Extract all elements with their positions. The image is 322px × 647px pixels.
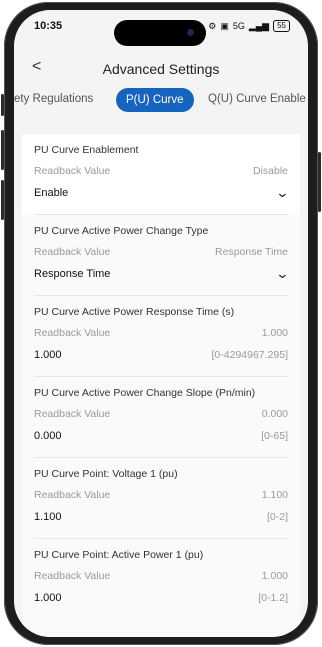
tab-safety-regulations[interactable]: ety Regulations bbox=[14, 93, 93, 105]
response-time-input[interactable]: 1.000 [0-4294967.295] bbox=[34, 344, 288, 366]
value-range: [0-1.2] bbox=[258, 592, 288, 604]
setting-response-time: PU Curve Active Power Response Time (s) … bbox=[22, 296, 300, 377]
setting-title: PU Curve Active Power Change Slope (Pn/m… bbox=[34, 387, 256, 399]
value-range: [0-4294967.295] bbox=[211, 349, 288, 361]
change-type-select[interactable]: Response Time ⌄ bbox=[34, 263, 290, 285]
phone-frame: 10:35 ⚙ ▣ 5G ▂▄▆ 55 < Advanced Settings … bbox=[1, 2, 321, 645]
chevron-down-icon: ⌄ bbox=[275, 185, 290, 200]
tab-bar: ety Regulations P(U) Curve Q(U) Curve En… bbox=[14, 88, 308, 118]
vpn-icon: ⚙ bbox=[208, 20, 217, 31]
input-value: 1.000 bbox=[34, 349, 62, 361]
camera-dot bbox=[187, 29, 194, 36]
setting-active-power-change-type: PU Curve Active Power Change Type Readba… bbox=[22, 215, 300, 296]
nav-bar: < Advanced Settings bbox=[14, 50, 308, 86]
status-icons: ⚙ ▣ 5G ▂▄▆ 55 bbox=[208, 20, 290, 32]
input-value: 0.000 bbox=[34, 430, 62, 442]
voltage-1-input[interactable]: 1.100 [0-2] bbox=[34, 506, 288, 528]
readback-value: 1.100 bbox=[261, 489, 288, 501]
value-range: [0-2] bbox=[266, 511, 288, 523]
signal-label: 5G bbox=[232, 21, 245, 31]
signal-bars-icon: ▂▄▆ bbox=[248, 20, 270, 31]
screen: 10:35 ⚙ ▣ 5G ▂▄▆ 55 < Advanced Settings … bbox=[14, 10, 308, 637]
chevron-down-icon: ⌄ bbox=[275, 266, 290, 281]
setting-voltage-1: PU Curve Point: Voltage 1 (pu) Readback … bbox=[22, 458, 300, 539]
selected-value: Enable bbox=[34, 187, 69, 199]
readback-label: Readback Value bbox=[34, 408, 111, 420]
action-button bbox=[1, 94, 4, 116]
setting-title: PU Curve Enablement bbox=[34, 144, 139, 156]
readback-label: Readback Value bbox=[34, 570, 111, 582]
setting-title: PU Curve Point: Active Power 1 (pu) bbox=[34, 549, 204, 561]
input-value: 1.000 bbox=[34, 592, 62, 604]
readback-value: Response Time bbox=[215, 246, 288, 258]
status-time: 10:35 bbox=[34, 20, 63, 32]
readback-value: Disable bbox=[252, 165, 288, 177]
power-button bbox=[318, 152, 321, 212]
settings-list: PU Curve Enablement Readback Value Disab… bbox=[22, 134, 300, 637]
setting-active-power-1: PU Curve Point: Active Power 1 (pu) Read… bbox=[22, 539, 300, 609]
enablement-select[interactable]: Enable ⌄ bbox=[34, 182, 290, 204]
active-power-1-input[interactable]: 1.000 [0-1.2] bbox=[34, 587, 288, 609]
input-value: 1.100 bbox=[34, 511, 62, 523]
readback-value: 0.000 bbox=[261, 408, 288, 420]
readback-label: Readback Value bbox=[34, 165, 111, 177]
notification-icon: ▣ bbox=[220, 20, 229, 31]
value-range: [0-65] bbox=[261, 430, 288, 442]
selected-value: Response Time bbox=[34, 268, 111, 280]
volume-up-button bbox=[1, 130, 4, 170]
battery-icon: 55 bbox=[273, 20, 290, 32]
readback-label: Readback Value bbox=[34, 327, 111, 339]
setting-title: PU Curve Active Power Change Type bbox=[34, 225, 209, 237]
tab-pu-curve[interactable]: P(U) Curve bbox=[116, 88, 194, 112]
readback-label: Readback Value bbox=[34, 489, 111, 501]
setting-change-slope: PU Curve Active Power Change Slope (Pn/m… bbox=[22, 377, 300, 458]
readback-value: 1.000 bbox=[261, 327, 288, 339]
change-slope-input[interactable]: 0.000 [0-65] bbox=[34, 425, 288, 447]
tab-qu-curve-enable[interactable]: Q(U) Curve Enable bbox=[208, 93, 306, 105]
volume-down-button bbox=[1, 180, 4, 220]
dynamic-island bbox=[114, 20, 206, 46]
readback-label: Readback Value bbox=[34, 246, 111, 258]
readback-value: 1.000 bbox=[261, 570, 288, 582]
setting-title: PU Curve Point: Voltage 1 (pu) bbox=[34, 468, 178, 480]
setting-title: PU Curve Active Power Response Time (s) bbox=[34, 306, 235, 318]
page-title: Advanced Settings bbox=[102, 61, 220, 77]
setting-pu-curve-enablement: PU Curve Enablement Readback Value Disab… bbox=[22, 134, 300, 215]
